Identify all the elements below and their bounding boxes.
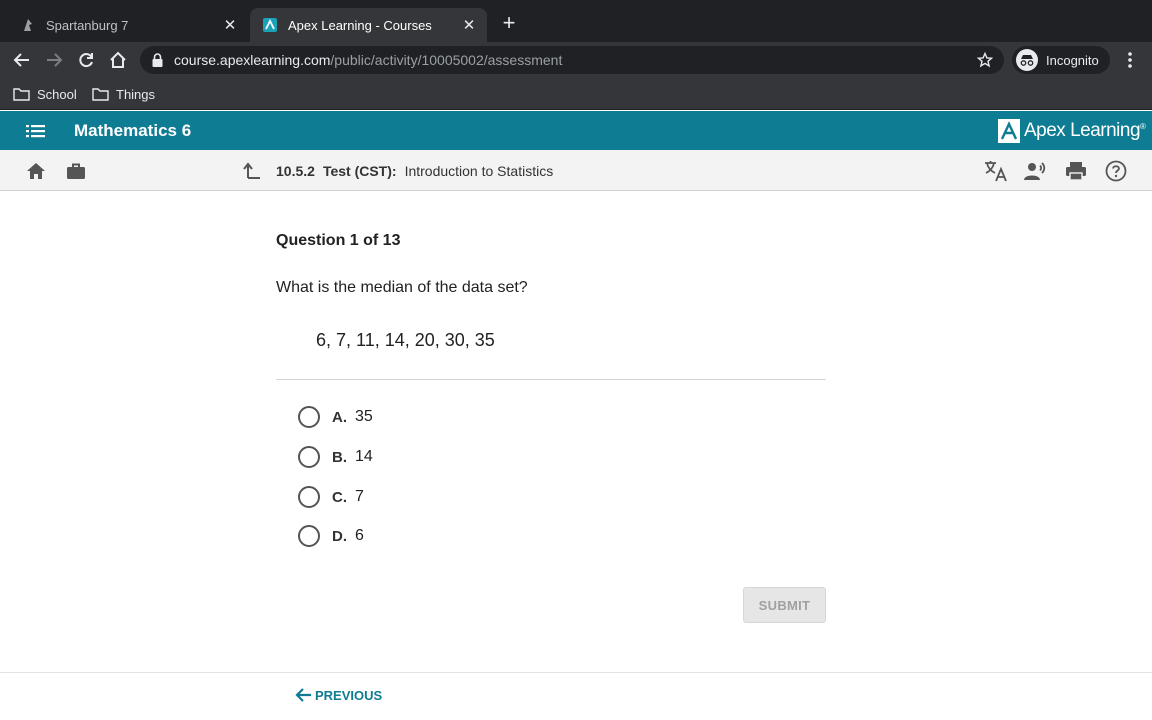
text-to-speech-icon[interactable] xyxy=(1024,159,1048,183)
folder-icon xyxy=(92,87,109,101)
app-header: Mathematics 6 Apex Learning ® xyxy=(0,111,1152,150)
activity-number: 10.5.2 xyxy=(276,163,315,179)
course-menu-icon[interactable] xyxy=(25,121,47,141)
answer-choice-c[interactable]: C. 7 xyxy=(298,484,498,510)
home-icon[interactable] xyxy=(106,48,130,72)
url-text: course.apexlearning.com/public/activity/… xyxy=(174,52,562,68)
choice-letter: D. xyxy=(332,527,347,545)
browser-tab-apex[interactable]: Apex Learning - Courses ✕ xyxy=(250,8,487,42)
up-level-arrow-icon[interactable] xyxy=(240,159,264,183)
browser-tab-strip: Spartanburg 7 ✕ Apex Learning - Courses … xyxy=(0,0,1152,42)
answer-choice-d[interactable]: D. 6 xyxy=(298,523,498,549)
close-tab-icon[interactable]: ✕ xyxy=(461,17,477,34)
choice-text: 7 xyxy=(355,488,364,505)
incognito-profile-button[interactable]: Incognito xyxy=(1012,46,1110,74)
choice-text: 14 xyxy=(355,448,373,465)
address-bar[interactable]: course.apexlearning.com/public/activity/… xyxy=(140,46,1004,74)
answer-choice-b[interactable]: B. 14 xyxy=(298,444,498,470)
previous-button[interactable]: PREVIOUS xyxy=(294,686,382,704)
profile-label: Incognito xyxy=(1046,52,1099,68)
apex-logo-mark-icon xyxy=(998,119,1020,143)
brand-name: Apex Learning xyxy=(1024,120,1141,141)
tab-title: Spartanburg 7 xyxy=(46,17,129,33)
print-icon[interactable] xyxy=(1064,159,1088,183)
choice-letter: C. xyxy=(332,488,347,506)
spartan-favicon-icon xyxy=(20,17,36,33)
bookmark-folder-school[interactable]: School xyxy=(13,84,77,104)
bookmark-label: School xyxy=(37,86,77,102)
bookmarks-bar: School Things xyxy=(0,78,1152,110)
browser-toolbar: course.apexlearning.com/public/activity/… xyxy=(0,42,1152,78)
bookmark-folder-things[interactable]: Things xyxy=(92,84,155,104)
reload-icon[interactable] xyxy=(74,48,98,72)
bookmark-label: Things xyxy=(116,86,156,102)
url-host: course.apexlearning.com xyxy=(174,52,331,68)
apex-favicon-icon xyxy=(262,17,278,33)
forward-arrow-icon[interactable] xyxy=(42,48,66,72)
course-title: Mathematics 6 xyxy=(74,121,192,140)
folder-icon xyxy=(13,87,30,101)
home-icon[interactable] xyxy=(24,159,48,183)
activity-title: Introduction to Statistics xyxy=(404,163,554,179)
brand-trademark: ® xyxy=(1140,122,1146,131)
tab-title: Apex Learning - Courses xyxy=(288,17,432,33)
apex-learning-logo: Apex Learning ® xyxy=(998,118,1146,144)
close-tab-icon[interactable]: ✕ xyxy=(222,17,238,34)
footer-divider xyxy=(0,672,1152,673)
radio-button[interactable] xyxy=(298,406,320,428)
answer-choice-a[interactable]: A. 35 xyxy=(298,404,498,430)
radio-button[interactable] xyxy=(298,486,320,508)
question-counter: Question 1 of 13 xyxy=(276,232,401,249)
help-icon[interactable] xyxy=(1104,159,1128,183)
back-arrow-icon[interactable] xyxy=(10,48,34,72)
url-path: /public/activity/10005002/assessment xyxy=(330,52,563,68)
submit-button[interactable]: SUBMIT xyxy=(743,587,826,623)
briefcase-icon[interactable] xyxy=(64,159,88,183)
incognito-icon xyxy=(1016,49,1038,71)
breadcrumb: 10.5.2 Test (CST): Introduction to Stati… xyxy=(276,163,553,179)
divider xyxy=(276,379,826,380)
radio-button[interactable] xyxy=(298,446,320,468)
choice-text: 6 xyxy=(355,527,364,544)
browser-tab-spartanburg[interactable]: Spartanburg 7 ✕ xyxy=(8,8,248,42)
browser-menu-icon[interactable] xyxy=(1120,48,1140,72)
arrow-left-icon xyxy=(295,688,311,702)
bookmark-star-icon[interactable] xyxy=(976,51,994,69)
activity-subbar: 10.5.2 Test (CST): Introduction to Stati… xyxy=(0,150,1152,191)
lock-icon xyxy=(152,53,166,67)
choice-letter: A. xyxy=(332,408,347,426)
data-set: 6, 7, 11, 14, 20, 30, 35 xyxy=(316,330,495,350)
activity-kind: Test (CST): xyxy=(322,163,397,179)
choice-letter: B. xyxy=(332,448,347,466)
radio-button[interactable] xyxy=(298,525,320,547)
new-tab-icon[interactable]: + xyxy=(498,12,520,34)
translate-icon[interactable] xyxy=(984,159,1008,183)
previous-label: PREVIOUS xyxy=(315,687,383,703)
question-prompt: What is the median of the data set? xyxy=(276,279,528,296)
choice-text: 35 xyxy=(355,408,373,425)
